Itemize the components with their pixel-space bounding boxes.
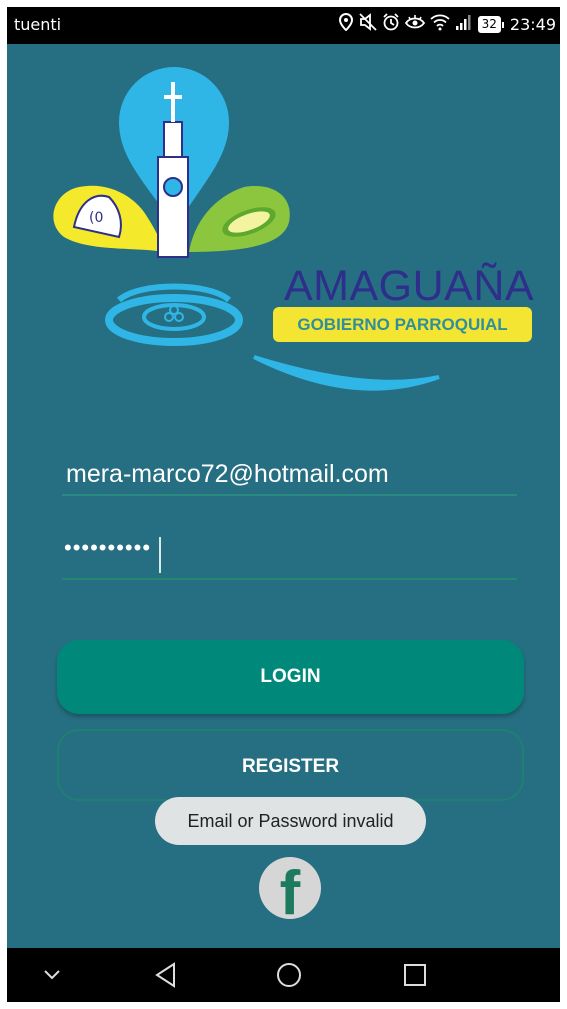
- register-button[interactable]: REGISTER: [57, 729, 524, 801]
- navigation-bar: [7, 948, 560, 1002]
- login-button[interactable]: LOGIN: [57, 640, 524, 714]
- brand-name: AMAGUAÑA: [284, 262, 535, 310]
- password-underline: [62, 578, 517, 580]
- mute-icon: [358, 13, 377, 36]
- email-underline: [62, 494, 517, 496]
- brand-subtitle: GOBIERNO PARROQUIAL: [273, 307, 532, 342]
- back-icon[interactable]: [144, 948, 188, 1002]
- email-field[interactable]: [64, 453, 521, 495]
- app-screen: tuenti 32 23:49 (0 AMAGUAÑA GOBIERNO PAR…: [7, 7, 560, 1002]
- signal-icon: [455, 13, 473, 36]
- error-toast: Email or Password invalid: [155, 797, 426, 845]
- svg-text:(0: (0: [89, 210, 103, 226]
- chevron-down-icon[interactable]: [32, 948, 72, 1002]
- clock: 23:49: [509, 15, 556, 34]
- status-bar: tuenti 32 23:49: [7, 7, 560, 44]
- eye-comfort-icon: [404, 13, 425, 36]
- home-icon[interactable]: [267, 948, 311, 1002]
- status-icons: 32 23:49: [338, 12, 556, 36]
- password-field[interactable]: ••••••••••: [64, 535, 517, 575]
- facebook-login-button[interactable]: f: [259, 857, 321, 919]
- carrier-label: tuenti: [14, 15, 62, 34]
- location-icon: [338, 12, 354, 36]
- facebook-icon: f: [279, 859, 301, 920]
- amaguana-emblem-icon: (0: [53, 67, 440, 391]
- battery-icon: 32: [477, 16, 505, 33]
- alarm-icon: [382, 13, 400, 36]
- text-cursor: [159, 537, 161, 573]
- wifi-icon: [429, 13, 450, 36]
- recents-icon[interactable]: [393, 948, 437, 1002]
